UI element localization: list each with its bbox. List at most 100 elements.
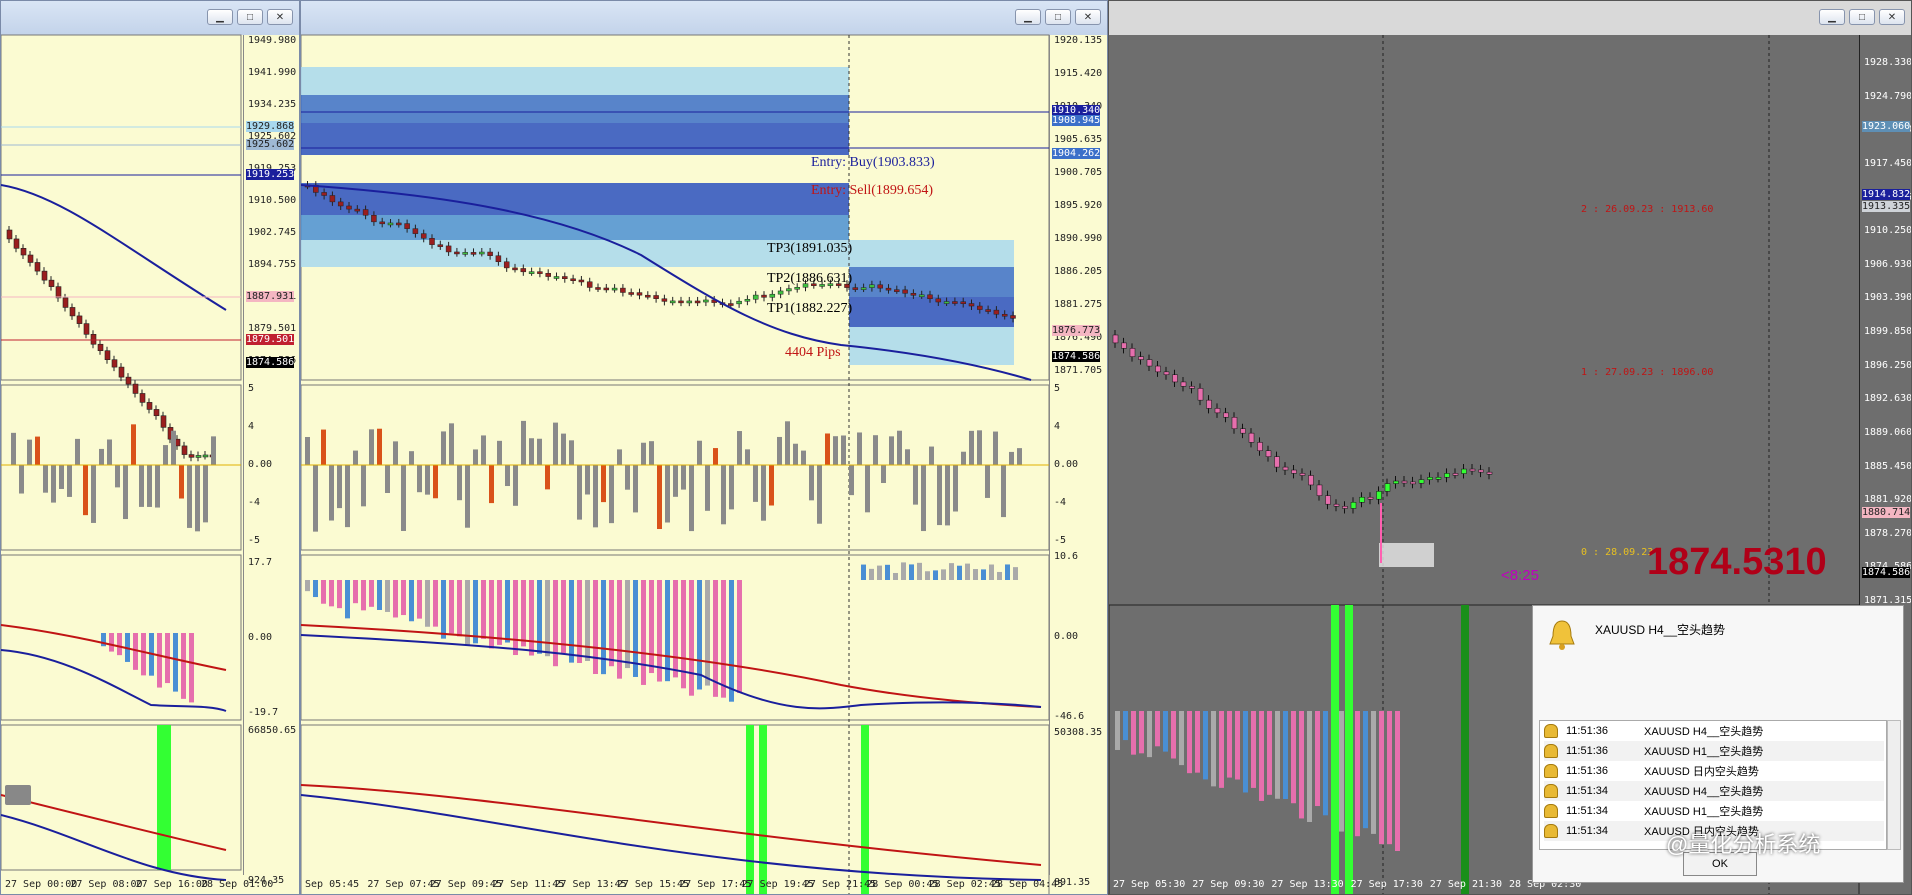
right-candle <box>1189 386 1195 389</box>
middle-macd-bar <box>329 580 334 607</box>
tp2-label: TP2(1886.631) <box>767 271 853 286</box>
right-candle <box>1333 503 1340 507</box>
right-hist-bar <box>1187 711 1192 774</box>
middle-macd-pos-bar <box>925 571 930 580</box>
left-chart-canvas <box>1 34 242 881</box>
right-candle <box>1367 496 1374 500</box>
middle-osc-bar <box>769 465 774 506</box>
right-hist-bar <box>1203 711 1208 780</box>
alert-message: XAUUSD H4__空头趋势 <box>1644 726 1764 738</box>
right-hist-bar <box>1283 711 1288 799</box>
close-icon[interactable]: ✕ <box>1879 9 1905 25</box>
alert-row[interactable]: 11:51:36 XAUUSD H4__空头趋势 <box>1544 721 1884 741</box>
right-hist-bar <box>1275 711 1280 799</box>
middle-osc-bar <box>785 421 790 465</box>
right-axis-tick: 1924.790 <box>1864 90 1912 102</box>
middle-candle <box>553 276 560 279</box>
middle-osc-bar <box>1001 465 1006 518</box>
maximize-icon[interactable]: □ <box>1849 9 1875 25</box>
right-hist-bar <box>1259 711 1264 801</box>
middle-osc-bar <box>633 465 638 513</box>
left-candle <box>34 262 41 272</box>
middle-candle <box>968 303 975 307</box>
middle-titlebar[interactable]: ▁ □ ✕ <box>301 1 1107 35</box>
right-candle <box>1129 348 1136 357</box>
minimize-icon[interactable]: ▁ <box>1015 9 1041 25</box>
tp-zone-rect <box>849 240 1014 267</box>
middle-candle <box>437 244 444 247</box>
watermark-label: @量化分析系统 <box>1666 832 1821 857</box>
middle-candle <box>993 309 1000 315</box>
middle-candle <box>860 287 867 290</box>
alert-scrollbar[interactable] <box>1887 720 1901 850</box>
middle-osc-bar <box>873 435 878 465</box>
middle-osc-bar <box>345 465 350 528</box>
right-axis-tick: 1896.250 <box>1864 359 1912 371</box>
alert-row[interactable]: 11:51:34 XAUUSD H4__空头趋势 <box>1544 781 1884 801</box>
middle-macd-bar <box>369 580 374 607</box>
right-candle <box>1469 468 1476 472</box>
left-candle <box>48 279 55 287</box>
left-time-tick: 27 Sep 08:00 <box>70 879 143 890</box>
right-candle <box>1282 466 1289 471</box>
middle-candle <box>985 309 991 312</box>
left-chart-window[interactable]: ▁ □ ✕ 1949.980 1941.990 1934.235 1925.602 19… <box>0 0 300 895</box>
middle-candle <box>877 284 883 289</box>
middle-osc-bar <box>401 465 406 531</box>
middle-macd-tick: 10.6 <box>1054 551 1079 562</box>
minimize-icon[interactable]: ▁ <box>1819 9 1845 25</box>
left-volume-spike <box>157 725 171 870</box>
left-macd-tick: -19.7 <box>248 707 279 718</box>
bell-icon <box>1544 764 1558 778</box>
left-candle <box>69 307 76 317</box>
middle-osc-bar <box>977 430 982 465</box>
left-macd-bar <box>117 633 122 656</box>
entry-sell-label: Entry: Sell(1899.654) <box>811 183 934 198</box>
alert-row[interactable]: 11:51:36 XAUUSD H1__空头趋势 <box>1544 741 1884 761</box>
close-icon[interactable]: ✕ <box>1075 9 1101 25</box>
middle-macd-bar <box>617 580 622 679</box>
alert-row[interactable]: 11:51:34 XAUUSD H1__空头趋势 <box>1544 801 1884 821</box>
middle-candle <box>960 301 966 304</box>
close-icon[interactable]: ✕ <box>267 9 293 25</box>
middle-price-tag: 1874.586 <box>1052 351 1101 362</box>
middle-osc-bar <box>513 465 518 506</box>
middle-macd-bar <box>353 580 358 604</box>
minimize-icon[interactable]: ▁ <box>207 9 233 25</box>
right-candle <box>1427 477 1433 480</box>
alert-row[interactable]: 11:51:36 XAUUSD 日内空头趋势 <box>1544 761 1884 781</box>
left-candle <box>139 393 146 403</box>
right-candle <box>1138 356 1144 360</box>
left-titlebar[interactable]: ▁ □ ✕ <box>1 1 299 35</box>
middle-osc-tick: -5 <box>1054 535 1067 546</box>
middle-osc-bar <box>481 435 486 465</box>
middle-macd-pos-bar <box>885 564 890 580</box>
middle-macd-pos-bar <box>989 564 994 580</box>
right-candle <box>1401 480 1408 484</box>
middle-chart-window[interactable]: ▁ □ ✕ 1920.1351915.4201910.3401905.63519… <box>300 0 1108 895</box>
left-candle <box>118 366 125 378</box>
left-candle <box>188 454 195 458</box>
middle-candle <box>943 301 950 304</box>
right-titlebar[interactable]: ▁ □ ✕ <box>1109 1 1911 35</box>
middle-osc-bar <box>361 465 366 507</box>
middle-macd-bar <box>513 580 518 656</box>
right-candle <box>1376 491 1382 500</box>
right-candle <box>1206 399 1212 409</box>
maximize-icon[interactable]: □ <box>1045 9 1071 25</box>
middle-candle <box>761 294 767 298</box>
pips-label: 4404 Pips <box>785 345 841 360</box>
middle-candle <box>918 294 925 298</box>
middle-macd-bar <box>313 580 318 598</box>
middle-candle <box>537 271 543 274</box>
middle-osc-bar <box>337 465 342 509</box>
right-candle <box>1342 506 1348 509</box>
right-axis-tick: 1899.850 <box>1864 326 1912 337</box>
middle-macd-pos-bar <box>869 568 874 580</box>
left-osc-bar <box>139 465 144 507</box>
middle-candle <box>562 276 568 279</box>
middle-macd-bar <box>609 580 614 667</box>
maximize-icon[interactable]: □ <box>237 9 263 25</box>
middle-osc-bar <box>609 465 614 524</box>
alert-time: 11:51:36 <box>1566 765 1609 777</box>
